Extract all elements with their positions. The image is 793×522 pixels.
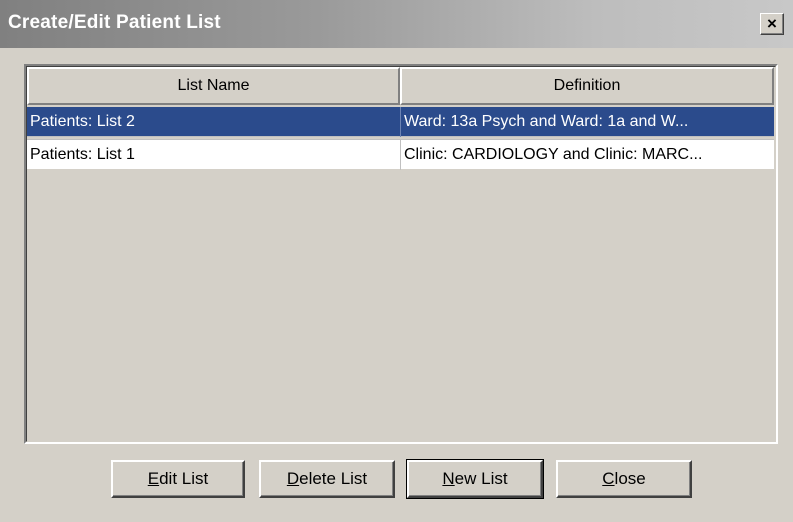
table-header: List Name Definition xyxy=(27,67,774,105)
close-label: lose xyxy=(614,469,646,488)
edit-list-mnemonic: E xyxy=(147,469,160,488)
column-header-definition[interactable]: Definition xyxy=(400,67,774,105)
definition-cell: Clinic: CARDIOLOGY and Clinic: MARC... xyxy=(400,140,774,170)
title-bar[interactable]: Create/Edit Patient List × xyxy=(0,0,793,48)
new-list-button[interactable]: New List xyxy=(406,459,544,499)
new-list-label: ew List xyxy=(454,469,508,488)
table-row[interactable]: Patients: List 2 Ward: 13a Psych and War… xyxy=(27,107,774,137)
close-mnemonic: C xyxy=(602,469,615,488)
definition-cell: Ward: 13a Psych and Ward: 1a and W... xyxy=(400,107,774,137)
delete-list-label: elete List xyxy=(299,469,368,488)
create-edit-patient-list-dialog: Create/Edit Patient List × List Name Def… xyxy=(0,0,793,522)
window-title: Create/Edit Patient List xyxy=(8,12,221,33)
edit-list-button[interactable]: Edit List xyxy=(111,460,245,498)
delete-list-button[interactable]: Delete List xyxy=(259,460,395,498)
new-list-mnemonic: N xyxy=(442,469,455,488)
close-icon: × xyxy=(767,14,777,33)
close-button[interactable]: Close xyxy=(556,460,692,498)
patient-list-viewport[interactable]: List Name Definition Patients: List 2 Wa… xyxy=(26,66,776,442)
edit-list-label: dit List xyxy=(159,469,209,488)
list-name-cell: Patients: List 2 xyxy=(30,113,135,130)
table-row[interactable]: Patients: List 1 Clinic: CARDIOLOGY and … xyxy=(27,139,774,170)
close-window-button[interactable]: × xyxy=(760,13,784,35)
list-name-cell: Patients: List 1 xyxy=(30,146,135,163)
delete-list-mnemonic: D xyxy=(286,469,300,488)
patient-list-table: List Name Definition Patients: List 2 Wa… xyxy=(24,64,778,444)
column-header-list-name[interactable]: List Name xyxy=(27,67,400,105)
